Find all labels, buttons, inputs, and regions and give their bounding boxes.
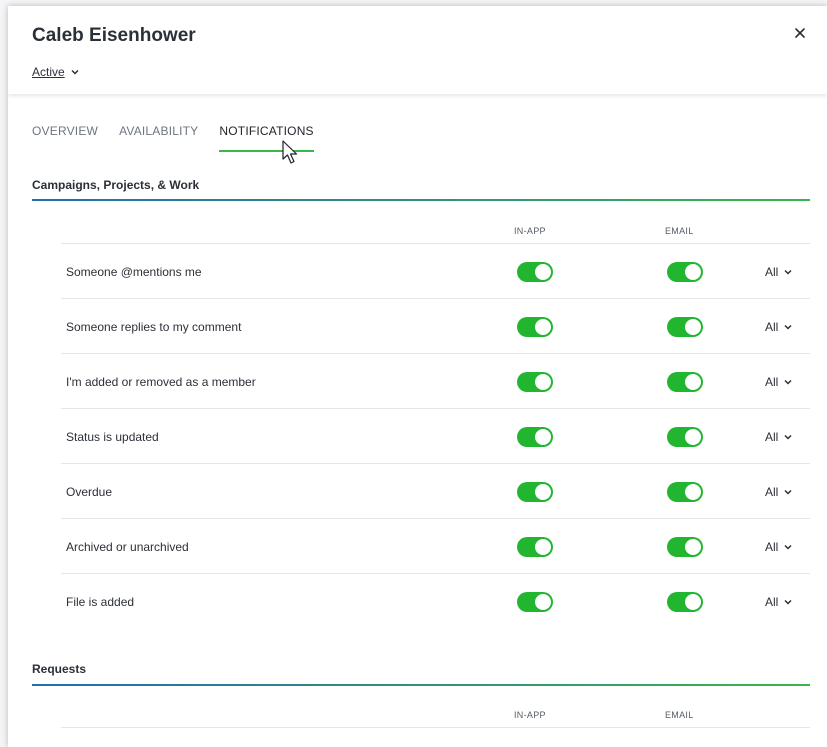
chevron-down-icon <box>784 379 792 385</box>
toggle-knob <box>535 319 551 335</box>
row-divider <box>61 518 810 519</box>
column-header-email: EMAIL <box>665 710 694 720</box>
toggle-knob <box>685 429 701 445</box>
tab-overview[interactable]: OVERVIEW <box>32 124 98 150</box>
row-divider <box>61 573 810 574</box>
frequency-label: All <box>765 430 779 444</box>
frequency-dropdown[interactable]: All <box>765 430 792 444</box>
toggle-knob <box>685 319 701 335</box>
frequency-label: All <box>765 540 779 554</box>
row-label: Someone @mentions me <box>66 265 202 279</box>
email-toggle[interactable] <box>667 427 703 447</box>
status-label: Active <box>32 65 65 79</box>
row-divider <box>61 463 810 464</box>
section-title-campaigns: Campaigns, Projects, & Work <box>32 178 200 192</box>
section-divider <box>32 199 810 201</box>
frequency-label: All <box>765 375 779 389</box>
toggle-knob <box>535 374 551 390</box>
email-toggle[interactable] <box>667 482 703 502</box>
row-label: I'm added or removed as a member <box>66 375 256 389</box>
chevron-down-icon <box>784 599 792 605</box>
toggle-knob <box>535 539 551 555</box>
toggle-knob <box>535 594 551 610</box>
user-detail-panel: Caleb Eisenhower Active OVERVIEW AVAILAB… <box>8 6 827 747</box>
row-label: Status is updated <box>66 430 159 444</box>
close-icon <box>795 28 805 38</box>
in-app-toggle[interactable] <box>517 317 553 337</box>
in-app-toggle[interactable] <box>517 537 553 557</box>
column-header-in-app: IN-APP <box>514 226 546 236</box>
close-button[interactable] <box>793 26 807 40</box>
email-toggle[interactable] <box>667 537 703 557</box>
row-divider <box>61 408 810 409</box>
row-divider <box>61 353 810 354</box>
column-header-email: EMAIL <box>665 226 694 236</box>
panel-header: Caleb Eisenhower Active <box>8 6 827 94</box>
toggle-knob <box>685 539 701 555</box>
toggle-knob <box>535 429 551 445</box>
row-label: File is added <box>66 595 135 609</box>
row-label: Overdue <box>66 485 113 499</box>
section-divider <box>32 684 810 686</box>
row-label: Someone replies to my comment <box>66 320 242 334</box>
chevron-down-icon <box>784 489 792 495</box>
toggle-knob <box>685 594 701 610</box>
frequency-dropdown[interactable]: All <box>765 485 792 499</box>
chevron-down-icon <box>784 269 792 275</box>
email-toggle[interactable] <box>667 372 703 392</box>
toggle-knob <box>535 264 551 280</box>
row-divider <box>61 727 810 728</box>
chevron-down-icon <box>784 324 792 330</box>
email-toggle[interactable] <box>667 262 703 282</box>
mouse-pointer-icon <box>282 140 298 164</box>
row-label: Archived or unarchived <box>66 540 189 554</box>
email-toggle[interactable] <box>667 592 703 612</box>
tab-availability[interactable]: AVAILABILITY <box>119 124 198 150</box>
frequency-label: All <box>765 265 779 279</box>
chevron-down-icon <box>784 544 792 550</box>
row-divider <box>61 243 810 244</box>
toggle-knob <box>685 374 701 390</box>
in-app-toggle[interactable] <box>517 592 553 612</box>
toggle-knob <box>685 264 701 280</box>
chevron-down-icon <box>784 434 792 440</box>
email-toggle[interactable] <box>667 317 703 337</box>
section-title-requests: Requests <box>32 662 87 676</box>
in-app-toggle[interactable] <box>517 482 553 502</box>
frequency-dropdown[interactable]: All <box>765 320 792 334</box>
frequency-dropdown[interactable]: All <box>765 375 792 389</box>
column-header-in-app: IN-APP <box>514 710 546 720</box>
frequency-dropdown[interactable]: All <box>765 265 792 279</box>
status-dropdown[interactable]: Active <box>32 65 79 79</box>
user-name: Caleb Eisenhower <box>32 25 196 46</box>
in-app-toggle[interactable] <box>517 262 553 282</box>
row-divider <box>61 298 810 299</box>
frequency-label: All <box>765 320 779 334</box>
toggle-knob <box>535 484 551 500</box>
chevron-down-icon <box>71 69 79 75</box>
frequency-dropdown[interactable]: All <box>765 540 792 554</box>
toggle-knob <box>685 484 701 500</box>
in-app-toggle[interactable] <box>517 427 553 447</box>
frequency-label: All <box>765 485 779 499</box>
frequency-label: All <box>765 595 779 609</box>
in-app-toggle[interactable] <box>517 372 553 392</box>
frequency-dropdown[interactable]: All <box>765 595 792 609</box>
